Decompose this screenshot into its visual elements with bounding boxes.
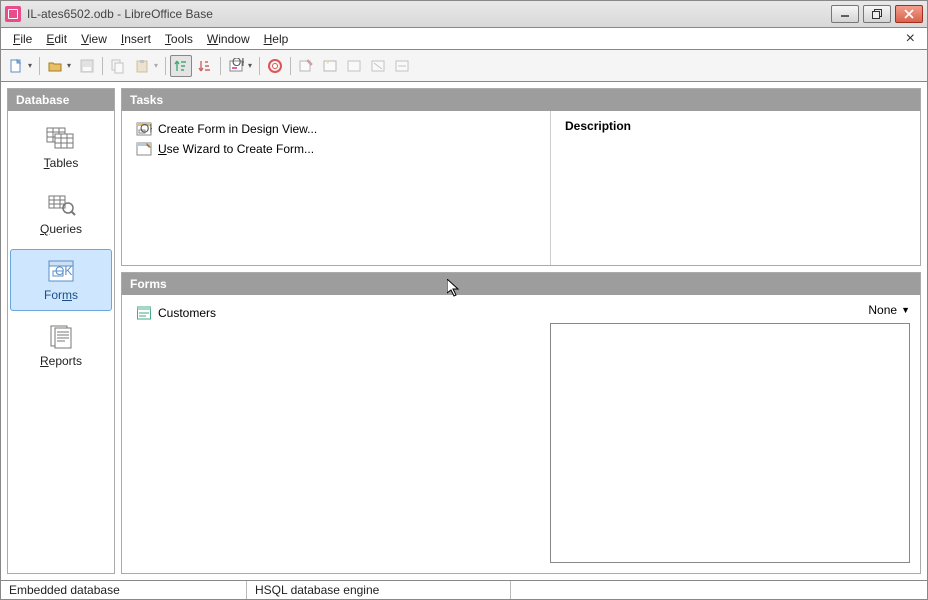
sidebar-item-queries[interactable]: Queries (10, 183, 112, 245)
menu-insert[interactable]: Insert (115, 30, 157, 48)
tasks-description: Description (550, 111, 920, 265)
document-close-button[interactable]: × (900, 30, 921, 48)
menubar: File Edit View Insert Tools Window Help … (0, 28, 928, 50)
toolbar-separator (100, 55, 105, 77)
form-item-label: Customers (158, 306, 216, 320)
sidebar-item-label: Queries (40, 222, 82, 236)
preview-mode-label: None (868, 303, 897, 317)
toolbar-separator (37, 55, 42, 77)
menu-help[interactable]: Help (258, 30, 295, 48)
forms-panel: Forms Customers None ▼ (121, 272, 921, 574)
form-item-customers[interactable]: Customers (136, 305, 526, 321)
form-button[interactable]: OK (225, 55, 255, 77)
toolbar-separator (218, 55, 223, 77)
form-icon (136, 305, 152, 321)
tasks-list: OK Create Form in Design View... Use Wiz… (122, 111, 550, 265)
menu-edit[interactable]: Edit (40, 30, 73, 48)
copy-button[interactable] (107, 55, 129, 77)
sort-desc-button[interactable] (194, 55, 216, 77)
close-button[interactable] (895, 5, 923, 23)
forms-icon: OK (45, 258, 77, 284)
task-label: Use Wizard to Create Form... (158, 142, 314, 156)
queries-icon (45, 192, 77, 218)
reports-icon (45, 324, 77, 350)
sidebar-item-label: Reports (40, 354, 82, 368)
help-button[interactable] (264, 55, 286, 77)
rename-form-button[interactable] (391, 55, 413, 77)
form-design-icon: OK (136, 121, 152, 137)
toolbar-separator (288, 55, 293, 77)
form-wizard-icon (136, 141, 152, 157)
database-panel-header: Database (8, 89, 114, 111)
open-button[interactable] (44, 55, 74, 77)
tasks-panel: Tasks OK Create Form in Design View... U… (121, 88, 921, 266)
app-icon (5, 6, 21, 22)
tables-icon (45, 126, 77, 152)
form-preview-area (550, 323, 910, 563)
menu-file[interactable]: File (7, 30, 38, 48)
sidebar-item-reports[interactable]: Reports (10, 315, 112, 377)
sidebar-item-label: Tables (44, 156, 79, 170)
sidebar-item-tables[interactable]: Tables (10, 117, 112, 179)
sidebar-item-forms[interactable]: OK Forms (10, 249, 112, 311)
new-button[interactable] (5, 55, 35, 77)
minimize-button[interactable] (831, 5, 859, 23)
new-form-wizard-button[interactable] (319, 55, 341, 77)
new-form-design-button[interactable] (295, 55, 317, 77)
status-empty (511, 581, 927, 599)
toolbar-separator (257, 55, 262, 77)
task-label: Create Form in Design View... (158, 122, 317, 136)
toolbar: OK (0, 50, 928, 82)
toolbar-separator (163, 55, 168, 77)
svg-text:OK: OK (140, 122, 152, 136)
window-title: IL-ates6502.odb - LibreOffice Base (27, 7, 831, 21)
svg-text:OK: OK (232, 58, 244, 69)
forms-list: Customers (122, 295, 540, 573)
delete-form-button[interactable] (367, 55, 389, 77)
description-label: Description (565, 119, 906, 133)
task-use-wizard[interactable]: Use Wizard to Create Form... (136, 141, 536, 157)
main-area: Database Tables Queries OK Forms Reports (0, 82, 928, 580)
chevron-down-icon: ▼ (901, 305, 910, 315)
paste-button[interactable] (131, 55, 161, 77)
database-panel: Database Tables Queries OK Forms Reports (7, 88, 115, 574)
menu-view[interactable]: View (75, 30, 113, 48)
titlebar: IL-ates6502.odb - LibreOffice Base (0, 0, 928, 28)
sidebar-item-label: Forms (44, 288, 78, 302)
task-create-form-design[interactable]: OK Create Form in Design View... (136, 121, 536, 137)
maximize-button[interactable] (863, 5, 891, 23)
edit-form-button[interactable] (343, 55, 365, 77)
svg-text:OK: OK (55, 264, 72, 278)
sort-asc-button[interactable] (170, 55, 192, 77)
status-db-type: Embedded database (1, 581, 247, 599)
statusbar: Embedded database HSQL database engine (0, 580, 928, 600)
preview-mode-dropdown[interactable]: None ▼ (868, 303, 910, 317)
tasks-panel-header: Tasks (122, 89, 920, 111)
menu-tools[interactable]: Tools (159, 30, 199, 48)
save-button[interactable] (76, 55, 98, 77)
status-engine: HSQL database engine (247, 581, 511, 599)
forms-panel-header: Forms (122, 273, 920, 295)
menu-window[interactable]: Window (201, 30, 256, 48)
